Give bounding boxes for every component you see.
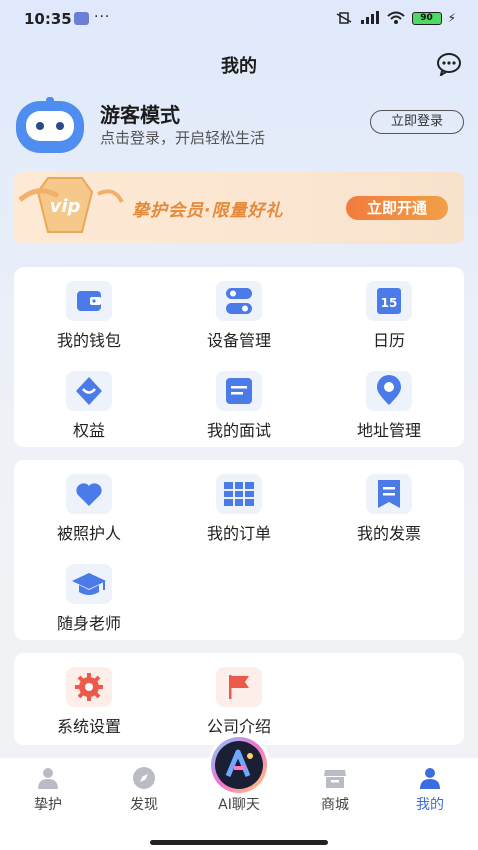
grid-item-label: 被照护人 — [56, 524, 121, 543]
services-card: 我的钱包 设备管理 15 日历 权益 我的面试 地址管理 — [14, 267, 464, 447]
calendar-icon: 15 — [366, 281, 412, 321]
grid-item-calendar[interactable]: 15 日历 — [314, 271, 464, 351]
grid-item-device[interactable]: 设备管理 — [164, 271, 314, 351]
grid-item-label: 随身老师 — [56, 614, 121, 633]
flag-icon — [216, 667, 262, 707]
vip-open-button[interactable]: 立即开通 — [346, 196, 448, 220]
login-button[interactable]: 立即登录 — [370, 110, 464, 134]
nav-item-zhihu[interactable]: 挚护 — [0, 762, 96, 818]
grid-item-label: 我的发票 — [356, 524, 421, 543]
location-icon — [366, 371, 412, 411]
ai-chat-icon — [211, 737, 267, 793]
vibrate-icon — [336, 12, 351, 24]
device-icon — [216, 281, 262, 321]
store-icon — [324, 770, 346, 788]
avatar[interactable] — [14, 97, 86, 155]
grid-item-company[interactable]: 公司介绍 — [164, 657, 314, 737]
grid-item-interview[interactable]: 我的面试 — [164, 361, 314, 441]
nav-label: 商城 — [321, 797, 349, 813]
interview-icon — [216, 371, 262, 411]
person-icon — [38, 768, 58, 789]
vip-badge-icon: vip — [18, 177, 124, 233]
grid-item-label: 我的订单 — [206, 524, 271, 543]
grid-item-care-recipient[interactable]: 被照护人 — [14, 464, 164, 544]
orders-card: 被照护人 我的订单 我的发票 随身老师 — [14, 460, 464, 640]
heart-icon — [66, 474, 112, 514]
grid-item-wallet[interactable]: 我的钱包 — [14, 271, 164, 351]
grid-item-label: 地址管理 — [356, 421, 421, 440]
nav-label: 挚护 — [34, 797, 62, 813]
wifi-icon — [386, 11, 405, 24]
wallet-icon — [66, 281, 112, 321]
benefits-icon — [66, 371, 112, 411]
nav-label: 发现 — [130, 797, 158, 813]
status-time: 10:35 — [24, 10, 72, 28]
settings-card: 系统设置 公司介绍 — [14, 653, 464, 745]
profile-subtitle[interactable]: 点击登录，开启轻松生活 — [100, 127, 265, 148]
grid-item-invoice[interactable]: 我的发票 — [314, 464, 464, 544]
grid-item-label: 权益 — [72, 421, 105, 440]
invoice-icon — [366, 474, 412, 514]
vip-banner[interactable]: vip 挚护会员·限量好礼 立即开通 — [14, 172, 464, 244]
teacher-icon — [66, 564, 112, 604]
home-indicator — [150, 840, 328, 845]
grid-item-benefits[interactable]: 权益 — [14, 361, 164, 441]
nav-label: 我的 — [416, 797, 444, 813]
grid-item-teacher[interactable]: 随身老师 — [14, 554, 164, 634]
grid-item-label: 我的钱包 — [56, 331, 121, 350]
compass-icon — [133, 767, 155, 789]
page-title: 我的 — [221, 56, 257, 77]
grid-item-settings[interactable]: 系统设置 — [14, 657, 164, 737]
more-notifications-icon: ··· — [94, 9, 111, 25]
nav-item-store[interactable]: 商城 — [287, 762, 383, 818]
nav-item-mine[interactable]: 我的 — [382, 762, 478, 818]
grid-item-orders[interactable]: 我的订单 — [164, 464, 314, 544]
nav-item-discover[interactable]: 发现 — [96, 762, 192, 818]
profile-icon — [420, 768, 440, 789]
gear-icon — [66, 667, 112, 707]
battery-icon: 90 — [411, 11, 442, 25]
order-icon — [216, 474, 262, 514]
grid-item-label: 日历 — [372, 331, 405, 350]
message-icon[interactable] — [436, 52, 462, 76]
grid-item-label: 我的面试 — [206, 421, 271, 440]
svg-text:vip: vip — [50, 196, 81, 217]
grid-item-label: 系统设置 — [56, 717, 121, 736]
nav-label: AI聊天 — [218, 797, 260, 813]
grid-item-label: 设备管理 — [206, 331, 271, 350]
vip-promo-text: 挚护会员·限量好礼 — [132, 201, 284, 221]
svg-text:15: 15 — [381, 296, 398, 310]
ai-chat-button[interactable] — [208, 734, 270, 796]
status-bar: 10:35 ··· 90 ⚡ — [0, 0, 478, 38]
grid-item-address[interactable]: 地址管理 — [314, 361, 464, 441]
signal-icon — [360, 11, 379, 24]
notification-icon — [74, 12, 89, 25]
charging-icon: ⚡ — [447, 11, 456, 25]
profile-name[interactable]: 游客模式 — [100, 99, 180, 128]
